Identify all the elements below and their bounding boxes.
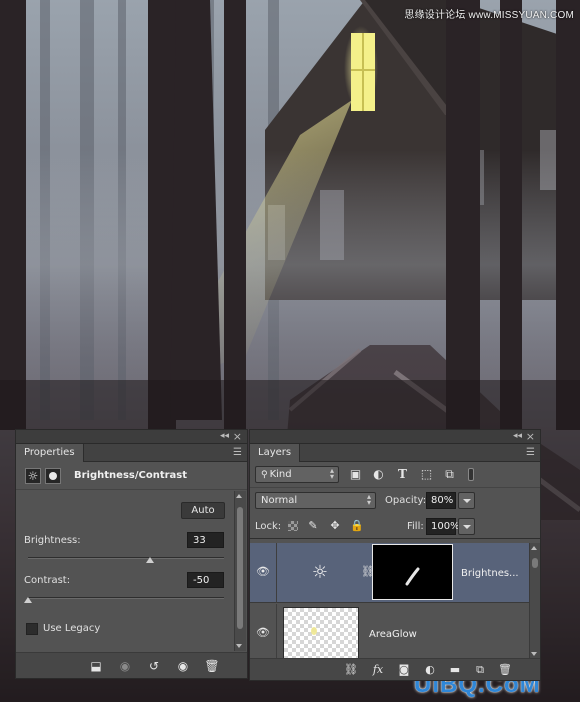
contrast-label: Contrast:: [24, 575, 71, 586]
smart-object-filter-icon[interactable]: ⧉: [442, 467, 457, 482]
mask-stroke-graphic: [405, 567, 420, 586]
eye-column-divider: [276, 604, 277, 664]
glow-graphic: [311, 627, 317, 635]
brightness-contrast-icon[interactable]: ☼: [280, 545, 360, 600]
properties-scroll-thumb[interactable]: [237, 507, 243, 629]
fill-field[interactable]: 100%: [426, 518, 460, 535]
layers-titlebar: ◂◂ ×: [250, 430, 540, 444]
layer-name[interactable]: Brightnes...: [461, 568, 519, 579]
link-layers-icon[interactable]: ⛓: [343, 662, 359, 678]
opacity-dropdown-button[interactable]: [458, 492, 475, 509]
auto-button[interactable]: Auto: [181, 502, 225, 519]
contrast-field[interactable]: -50: [187, 572, 224, 588]
close-icon[interactable]: ×: [526, 430, 535, 443]
scroll-down-icon[interactable]: [236, 644, 242, 648]
visibility-eye-icon[interactable]: 👁: [256, 626, 270, 640]
collapse-icon[interactable]: ◂◂: [220, 431, 229, 441]
panel-menu-icon[interactable]: ☰: [233, 447, 242, 458]
lock-transparency-icon[interactable]: [288, 521, 298, 531]
layers-tab-row: Layers ☰: [250, 444, 540, 462]
scroll-up-icon[interactable]: [531, 546, 537, 550]
properties-panel: ◂◂ × Properties ☰ ☼ Brightness/Contrast …: [15, 429, 248, 679]
spin-arrows-icon: ▴ ▾: [366, 492, 371, 507]
search-icon: ⚲: [261, 470, 268, 480]
properties-header: ☼ Brightness/Contrast: [16, 462, 247, 490]
lock-label: Lock:: [255, 521, 282, 532]
brightness-label: Brightness:: [24, 535, 81, 546]
shape-layer-filter-icon[interactable]: ⬚: [419, 467, 434, 482]
layer-filter-row: ⚲ Kind ▴ ▾ ▣ ◐ T ⬚ ⧉: [250, 463, 540, 488]
fx-icon[interactable]: fx: [370, 662, 386, 678]
brightness-field[interactable]: 33: [187, 532, 224, 548]
use-legacy-label: Use Legacy: [43, 623, 101, 634]
fill-label: Fill:: [407, 521, 424, 532]
brightness-contrast-icon[interactable]: ☼: [25, 468, 41, 484]
properties-scrollbar[interactable]: [234, 491, 246, 651]
contrast-slider[interactable]: [28, 597, 224, 599]
contrast-slider-thumb[interactable]: [24, 597, 32, 603]
scroll-down-icon[interactable]: [531, 652, 537, 656]
eye-column-divider: [276, 543, 277, 603]
visibility-eye-icon[interactable]: 👁: [256, 565, 270, 579]
layer-row-brightness[interactable]: 👁 ☼ ⛓ Brightnes...: [250, 543, 529, 603]
toggle-visibility-icon[interactable]: ◉: [175, 658, 191, 674]
properties-body: Auto Brightness: 33 Contrast: -50 Use Le…: [16, 491, 234, 651]
spin-arrows-icon: ▴ ▾: [329, 466, 334, 481]
layers-panel: ◂◂ × Layers ☰ ⚲ Kind ▴ ▾ ▣ ◐ T ⬚ ⧉ Normal …: [249, 429, 541, 681]
pixel-layer-filter-icon[interactable]: ▣: [348, 467, 363, 482]
blend-mode-select[interactable]: Normal ▴ ▾: [255, 492, 376, 509]
layers-footer: ⛓ fx ◙ ◐ ▬ ⧉ 🗑: [250, 658, 540, 680]
fill-dropdown-button[interactable]: [458, 518, 475, 535]
lock-image-pixels-icon[interactable]: ✎: [306, 519, 320, 533]
opacity-label: Opacity:: [385, 495, 427, 506]
layers-scrollbar[interactable]: [529, 543, 540, 659]
add-mask-icon[interactable]: ◙: [396, 662, 412, 678]
kind-filter-label: Kind: [269, 469, 292, 480]
filter-toggle-switch[interactable]: [468, 468, 474, 481]
layer-row-areaglow[interactable]: 👁 AreaGlow: [250, 604, 529, 664]
adjustment-title: Brightness/Contrast: [74, 470, 188, 481]
properties-footer: ⬓ ◉ ↺ ◉ 🗑: [16, 652, 247, 678]
brightness-slider[interactable]: [28, 557, 224, 559]
blend-row: Normal ▴ ▾ Opacity: 80%: [250, 488, 540, 513]
type-layer-filter-icon[interactable]: T: [395, 467, 410, 482]
delete-icon[interactable]: 🗑: [204, 658, 220, 674]
layers-scroll-thumb[interactable]: [532, 558, 538, 568]
reset-icon[interactable]: ↺: [146, 658, 162, 674]
watermark-top: 思缘设计论坛 www.MISSYUAN.COM: [404, 10, 574, 21]
adjustment-layer-filter-icon[interactable]: ◐: [371, 467, 386, 482]
brightness-slider-thumb[interactable]: [145, 557, 154, 563]
layer-mask-thumbnail[interactable]: [372, 544, 453, 600]
new-layer-icon[interactable]: ⧉: [472, 662, 488, 678]
adjustment-layer-icon[interactable]: ◐: [422, 662, 438, 678]
properties-titlebar: ◂◂ ×: [16, 430, 247, 444]
tab-properties[interactable]: Properties: [16, 444, 84, 462]
scroll-up-icon[interactable]: [236, 494, 242, 498]
panel-menu-icon[interactable]: ☰: [526, 447, 535, 458]
layer-thumbnail[interactable]: [283, 607, 359, 659]
layer-mask-icon[interactable]: [45, 468, 61, 484]
clip-to-layer-icon[interactable]: ⬓: [88, 658, 104, 674]
tab-layers[interactable]: Layers: [250, 444, 301, 462]
use-legacy-checkbox[interactable]: [26, 623, 38, 635]
blend-mode-value: Normal: [261, 495, 298, 506]
chain-link-icon[interactable]: ⛓: [361, 565, 375, 579]
lock-position-icon[interactable]: ✥: [328, 519, 342, 533]
collapse-icon[interactable]: ◂◂: [513, 431, 522, 441]
layer-name[interactable]: AreaGlow: [369, 629, 417, 640]
folder-icon[interactable]: ▬: [447, 662, 463, 678]
opacity-field[interactable]: 80%: [426, 492, 456, 509]
kind-filter-select[interactable]: ⚲ Kind ▴ ▾: [255, 466, 339, 483]
properties-tab-row: Properties ☰: [16, 444, 247, 462]
delete-icon[interactable]: 🗑: [497, 662, 513, 678]
lock-row: Lock: ✎ ✥ 🔒 Fill: 100%: [250, 514, 540, 539]
view-previous-state-icon[interactable]: ◉: [117, 658, 133, 674]
lock-all-icon[interactable]: 🔒: [350, 519, 364, 533]
close-icon[interactable]: ×: [233, 430, 242, 443]
